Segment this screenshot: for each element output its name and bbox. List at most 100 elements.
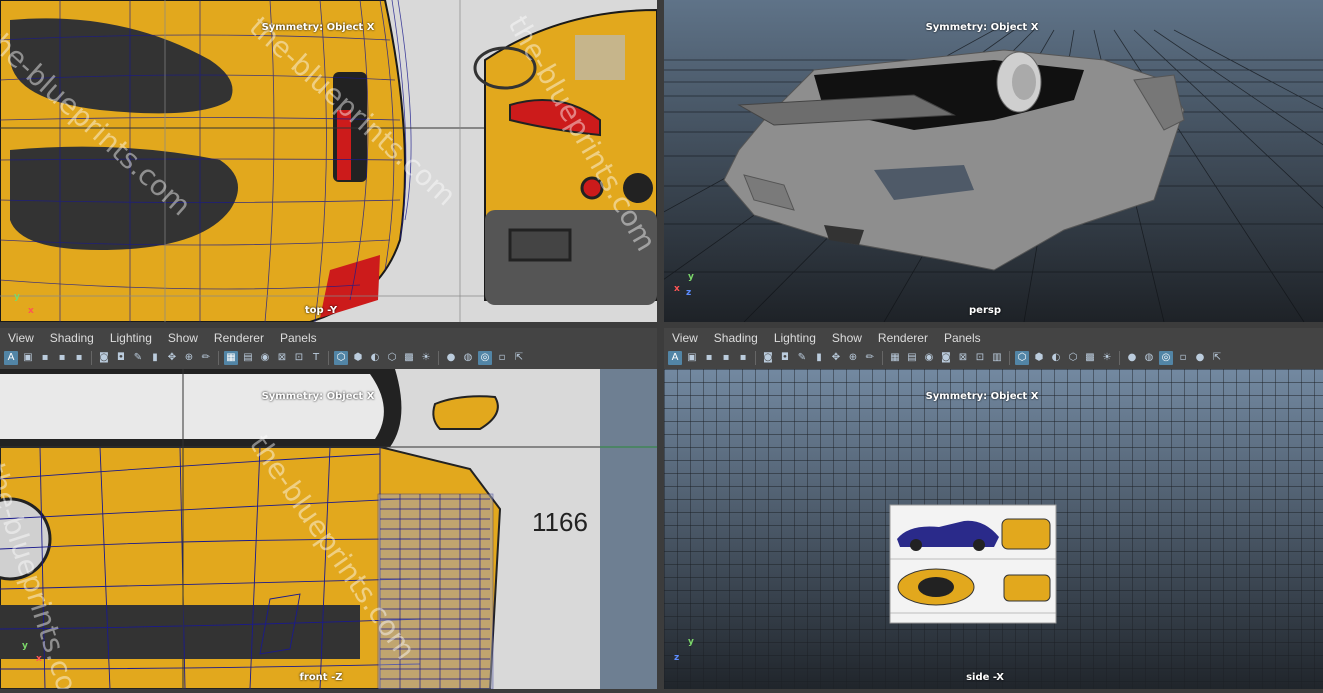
- toolbar-separator: [91, 351, 92, 365]
- toolbar-separator: [755, 351, 756, 365]
- axis-x-label: x: [28, 306, 34, 316]
- camera-name-label[interactable]: front -Z: [300, 672, 343, 683]
- grid-icon[interactable]: ▦: [888, 351, 902, 365]
- field-chart-icon[interactable]: ⊠: [956, 351, 970, 365]
- use-all-lights-icon[interactable]: ☀: [1100, 351, 1114, 365]
- top-view-image-plane: [0, 0, 657, 322]
- field-chart-icon[interactable]: ⊡: [292, 351, 306, 365]
- isolate-select-icon[interactable]: ▫: [1176, 351, 1190, 365]
- menu-lighting[interactable]: Lighting: [102, 331, 160, 345]
- toolbar-separator: [438, 351, 439, 365]
- resolution-gate-icon[interactable]: ◉: [922, 351, 936, 365]
- bookmark-icon[interactable]: ▪: [38, 351, 52, 365]
- camera-attributes-icon[interactable]: ▣: [21, 351, 35, 365]
- pan-zoom-icon[interactable]: ✥: [829, 351, 843, 365]
- menu-shading[interactable]: Shading: [706, 331, 766, 345]
- wireframe-icon[interactable]: ⬡: [334, 351, 348, 365]
- viewport-top[interactable]: the-blueprints.com the-blueprints.com th…: [0, 0, 657, 322]
- ambient-occlusion-icon[interactable]: ◍: [461, 351, 475, 365]
- xray-joints-icon[interactable]: ⇱: [1210, 351, 1224, 365]
- film-gate-icon[interactable]: ▤: [905, 351, 919, 365]
- menu-renderer[interactable]: Renderer: [206, 331, 272, 345]
- shadows-icon[interactable]: ●: [444, 351, 458, 365]
- camera-lock-icon[interactable]: ◘: [778, 351, 792, 365]
- toolbar-separator: [218, 351, 219, 365]
- grease-pencil-icon[interactable]: ✎: [131, 351, 145, 365]
- ambient-occlusion-icon[interactable]: ◍: [1142, 351, 1156, 365]
- gate-mask-icon[interactable]: ◙: [939, 351, 953, 365]
- menu-show[interactable]: Show: [824, 331, 870, 345]
- menu-lighting[interactable]: Lighting: [766, 331, 824, 345]
- two-d-pan-icon[interactable]: ▪: [736, 351, 750, 365]
- select-camera-icon[interactable]: A: [4, 351, 18, 365]
- menu-view[interactable]: View: [664, 331, 706, 345]
- motion-blur-icon[interactable]: ●: [1193, 351, 1207, 365]
- smooth-shade-icon[interactable]: ⬢: [351, 351, 365, 365]
- camera-name-label[interactable]: side -X: [966, 672, 1004, 683]
- symmetry-label: Symmetry: Object X: [261, 391, 375, 402]
- axis-gizmo: y x: [6, 292, 36, 320]
- camera-name-label[interactable]: persp: [969, 305, 1001, 316]
- wireframe-icon[interactable]: ⬡: [1015, 351, 1029, 365]
- side-grid-and-image-plane: [664, 369, 1323, 689]
- textured-icon[interactable]: ▩: [1083, 351, 1097, 365]
- xray-icon[interactable]: ◎: [478, 351, 492, 365]
- camera-icon[interactable]: ◙: [97, 351, 111, 365]
- use-all-lights-icon[interactable]: ☀: [419, 351, 433, 365]
- safe-action-icon[interactable]: ⊡: [973, 351, 987, 365]
- panel-toolbar: A ▣ ▪ ▪ ▪ ◙ ◘ ✎ ▮ ✥ ⊕ ✏ ▦ ▤ ◉ ◙ ⊠ ⊡ ▥ ⬡ …: [664, 347, 1323, 370]
- textured-icon[interactable]: ▩: [402, 351, 416, 365]
- viewport-side[interactable]: Symmetry: Object X side -X y z: [664, 369, 1323, 689]
- viewport-persp[interactable]: Symmetry: Object X persp y x z: [664, 0, 1323, 322]
- image-plane-icon[interactable]: ▪: [55, 351, 69, 365]
- symmetry-label: Symmetry: Object X: [261, 22, 375, 33]
- camera-lock-icon[interactable]: ◘: [114, 351, 128, 365]
- panel-toolbar: A ▣ ▪ ▪ ▪ ◙ ◘ ✎ ▮ ✥ ⊕ ✏ ▦ ▤ ◉ ⊠ ⊡ T ⬡ ⬢ …: [0, 347, 657, 370]
- isolate-select-icon[interactable]: ▫: [495, 351, 509, 365]
- camera-name-label[interactable]: top -Y: [305, 305, 337, 316]
- film-gate-icon[interactable]: ▤: [241, 351, 255, 365]
- bookmark-flag-icon[interactable]: ▮: [148, 351, 162, 365]
- menu-show[interactable]: Show: [160, 331, 206, 345]
- bookmark-flag-icon[interactable]: ▮: [812, 351, 826, 365]
- smooth-shade-icon[interactable]: ⬢: [1032, 351, 1046, 365]
- grid-icon[interactable]: ▦: [224, 351, 238, 365]
- gate-mask-icon[interactable]: ⊠: [275, 351, 289, 365]
- viewport-front[interactable]: 1166 the-blueprints.com the-blueprints.c…: [0, 369, 657, 689]
- safe-title-icon[interactable]: T: [309, 351, 323, 365]
- default-material-icon[interactable]: ◐: [1049, 351, 1063, 365]
- two-d-pan-icon[interactable]: ▪: [72, 351, 86, 365]
- wireframe-on-shaded-icon[interactable]: ⬡: [1066, 351, 1080, 365]
- menu-shading[interactable]: Shading: [42, 331, 102, 345]
- xray-joints-icon[interactable]: ⇱: [512, 351, 526, 365]
- axis-z-label: z: [686, 288, 692, 298]
- menu-panels[interactable]: Panels: [272, 331, 325, 345]
- resolution-gate-icon[interactable]: ◉: [258, 351, 272, 365]
- two-d-pan-icon[interactable]: ⊕: [846, 351, 860, 365]
- panel-menu-bar: View Shading Lighting Show Renderer Pane…: [664, 328, 1323, 348]
- pan-zoom-icon[interactable]: ✥: [165, 351, 179, 365]
- axis-y-label: y: [14, 292, 20, 302]
- select-camera-icon[interactable]: A: [668, 351, 682, 365]
- image-plane-icon[interactable]: ▪: [719, 351, 733, 365]
- symmetry-label: Symmetry: Object X: [925, 391, 1039, 402]
- pencil-icon[interactable]: ✏: [863, 351, 877, 365]
- safe-title-icon[interactable]: ▥: [990, 351, 1004, 365]
- two-d-pan-icon[interactable]: ⊕: [182, 351, 196, 365]
- wireframe-on-shaded-icon[interactable]: ⬡: [385, 351, 399, 365]
- grease-pencil-icon[interactable]: ✎: [795, 351, 809, 365]
- bookmark-icon[interactable]: ▪: [702, 351, 716, 365]
- menu-view[interactable]: View: [0, 331, 42, 345]
- default-material-icon[interactable]: ◐: [368, 351, 382, 365]
- xray-icon[interactable]: ◎: [1159, 351, 1173, 365]
- camera-icon[interactable]: ◙: [761, 351, 775, 365]
- camera-attributes-icon[interactable]: ▣: [685, 351, 699, 365]
- pencil-icon[interactable]: ✏: [199, 351, 213, 365]
- toolbar-separator: [1119, 351, 1120, 365]
- axis-gizmo: y z: [672, 637, 702, 665]
- axis-x-label: x: [674, 284, 680, 294]
- menu-panels[interactable]: Panels: [936, 331, 989, 345]
- menu-renderer[interactable]: Renderer: [870, 331, 936, 345]
- axis-y-label: y: [688, 272, 694, 282]
- shadows-icon[interactable]: ●: [1125, 351, 1139, 365]
